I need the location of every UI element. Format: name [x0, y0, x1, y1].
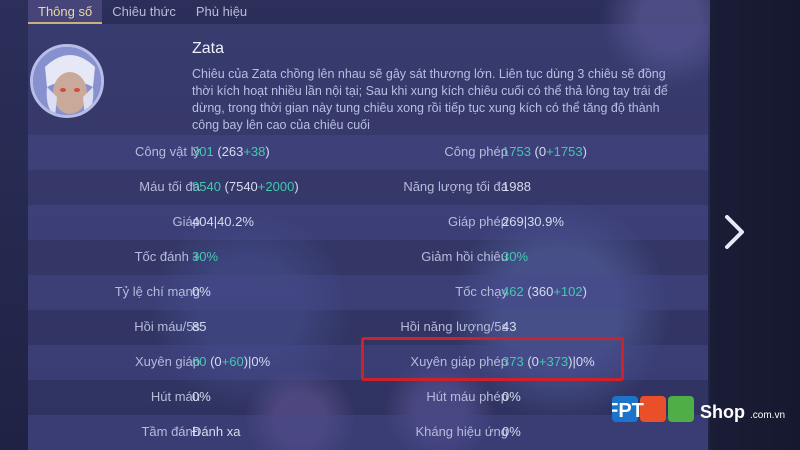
- chevron-right-icon[interactable]: [724, 215, 746, 249]
- stat-label: Xuyên giáp: [134, 354, 200, 369]
- hero-description: Chiêu của Zata chồng lên nhau sẽ gây sát…: [192, 67, 668, 132]
- tab-bar: Thông số Chiêu thức Phù hiệu: [28, 0, 257, 24]
- tab-emblems[interactable]: Phù hiệu: [186, 0, 257, 24]
- tab-skills[interactable]: Chiêu thức: [102, 0, 186, 24]
- stat-label: Giáp phép: [448, 214, 508, 229]
- stat-value-base: 0%: [192, 284, 211, 299]
- stat-value-bonus: +1753: [546, 144, 583, 159]
- stat-value-base: 43: [502, 319, 517, 334]
- stat-label: Kháng hiệu ứng: [415, 424, 508, 439]
- stat-value-open: (360: [523, 284, 554, 299]
- stat-value-open: (0: [530, 144, 547, 159]
- stat-label: Hồi năng lượng/5s: [400, 319, 508, 334]
- stat-label: Hồi máu/5s: [134, 319, 200, 334]
- stat-row: Hút máu 0% Hút máu phép 0%: [28, 380, 708, 415]
- stat-value-tail: |30.9%: [523, 214, 564, 229]
- stat-value: 0%: [192, 389, 211, 404]
- stat-value: 462 (360+102): [502, 284, 587, 299]
- stat-label: Công vật lý: [134, 144, 200, 159]
- stat-value: 1753 (0+1753): [502, 144, 587, 159]
- stat-label: Hút máu phép: [426, 389, 508, 404]
- stat-value-bonus: +2000: [257, 179, 295, 194]
- tab-stats[interactable]: Thông số: [28, 0, 103, 24]
- stat-value-base: 269: [502, 214, 524, 229]
- stat-value: 85: [192, 319, 206, 334]
- stat-row: Máu tối đa 9540 (7540+2000) Năng lượng tối…: [28, 170, 708, 205]
- stat-value-open: (7540: [220, 179, 258, 194]
- stat-label: Tỷ lệ chí mạng: [114, 284, 200, 299]
- stat-value: 269|30.9%: [502, 214, 564, 229]
- hero-avatar: [30, 44, 104, 118]
- stat-label: Tốc chạy: [455, 284, 508, 299]
- stat-value: 301 (263+38): [192, 144, 270, 159]
- stat-value-base: 9540: [192, 179, 221, 194]
- stat-value-base: 301: [192, 144, 214, 159]
- stat-value-base: 60: [192, 354, 207, 369]
- stat-value: 0%: [502, 424, 521, 439]
- stat-row: Tốc đánh +30% Giảm hồi chiêu 30%: [28, 240, 708, 275]
- stat-label: Năng lượng tối đa: [403, 179, 508, 194]
- stat-value-base: 0%: [502, 389, 521, 404]
- stat-value-tail: |40.2%: [213, 214, 254, 229]
- stat-value-close: ): [265, 144, 270, 159]
- stat-row: Giáp 404|40.2% Giáp phép 269|30.9%: [28, 205, 708, 240]
- stat-value-bonus: +102: [553, 284, 583, 299]
- stat-value-tail: |0%: [248, 354, 271, 369]
- stat-value-base: 30%: [502, 249, 529, 264]
- stat-value-close: ): [582, 144, 587, 159]
- stat-row: Tầm đánh Đánh xa Kháng hiệu ứng 0%: [28, 415, 708, 450]
- stat-value: 30%: [192, 249, 218, 264]
- stat-row: Tỷ lệ chí mạng 0% Tốc chạy 462 (360+102): [28, 275, 708, 310]
- stat-value-bonus: +38: [243, 144, 266, 159]
- stat-value-base: 1753: [502, 144, 531, 159]
- stat-value-base: 1988: [502, 179, 531, 194]
- stat-value-base: 404: [192, 214, 214, 229]
- stat-value-base: 0%: [192, 389, 211, 404]
- stat-label: Máu tối đa: [139, 179, 200, 194]
- stat-value-base: 0%: [502, 424, 521, 439]
- stat-value: 60 (0+60)|0%: [192, 354, 270, 369]
- stat-value: Đánh xa: [192, 424, 240, 439]
- hero-name: Zata: [192, 40, 225, 57]
- stat-value: 0%: [192, 284, 211, 299]
- stat-label: Tốc đánh +: [134, 249, 200, 264]
- watermark-shop: Shop: [700, 402, 745, 422]
- stat-value-close: ): [294, 179, 299, 194]
- stat-value: 30%: [502, 249, 528, 264]
- watermark-domain: .com.vn: [750, 410, 785, 421]
- stat-row: Công vật lý 301 (263+38) Công phép 1753 (0+…: [28, 135, 708, 170]
- stat-value-base: 30%: [192, 249, 219, 264]
- stat-label: Công phép: [444, 144, 508, 159]
- stat-label: Giảm hồi chiêu: [421, 249, 508, 264]
- stat-value-base: Đánh xa: [192, 424, 241, 439]
- fptshop-watermark-logo: FPT Shop .com.vn: [612, 396, 785, 422]
- highlight-box: [361, 337, 624, 381]
- watermark-f: FPT: [612, 400, 644, 422]
- stat-value: 0%: [502, 389, 521, 404]
- stat-value-bonus: +60: [221, 354, 244, 369]
- stat-value-open: (263: [213, 144, 244, 159]
- stat-value-close: ): [582, 284, 587, 299]
- stat-value: 9540 (7540+2000): [192, 179, 299, 194]
- stat-value: 43: [502, 319, 516, 334]
- stat-value-base: 85: [192, 319, 207, 334]
- stat-value: 404|40.2%: [192, 214, 254, 229]
- stat-value: 1988: [502, 179, 531, 194]
- stat-value-open: (0: [206, 354, 222, 369]
- stat-value-base: 462: [502, 284, 524, 299]
